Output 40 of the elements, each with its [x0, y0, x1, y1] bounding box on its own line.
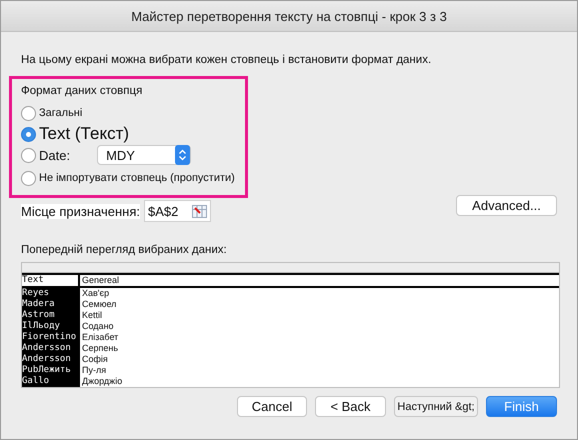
preview-cell-text: Елізабет: [81, 332, 118, 343]
destination-field[interactable]: $A$2: [144, 200, 212, 222]
radio-button[interactable]: [21, 170, 36, 186]
instruction-text: На цьому екрані можна вибрати кожен стовпець і встановити формат даних.: [21, 54, 432, 66]
preview-cell-text: Семюел: [81, 299, 116, 310]
radio-button[interactable]: [21, 126, 36, 142]
stepper-icon: [175, 145, 190, 165]
radio-button[interactable]: [21, 106, 36, 120]
preview-cell: Madera: [22, 299, 80, 310]
preview-cell: IlЛьоду: [22, 321, 80, 332]
preview-cell-text: Джорджіо: [81, 376, 122, 387]
option-label: Не імпортувати стовпець (пропустити): [39, 172, 235, 184]
preview-cell-text: Софія: [81, 354, 108, 365]
option-label: Date:: [39, 148, 70, 162]
preview-cell-text: Хав'єр: [81, 288, 110, 299]
preview-cell: Astrom: [22, 310, 80, 321]
option-label: Text (Текст): [39, 124, 130, 144]
preview-cell-text: Kettil: [81, 310, 102, 321]
dialog-button[interactable]: Cancel: [237, 396, 307, 417]
range-picker-icon[interactable]: [192, 204, 208, 218]
window-title: Майстер перетворення тексту на стовпці - крок 3 з 3: [131, 8, 447, 24]
option-label: Загальні: [39, 107, 82, 119]
group-title: Формат даних стовпця: [21, 85, 144, 97]
column-header: Genereal: [81, 275, 120, 286]
preview-cell: Andersson: [22, 354, 80, 365]
preview-cell: Gallo: [22, 376, 80, 387]
date-format-select[interactable]: MDY: [97, 145, 192, 165]
radio-button[interactable]: [21, 148, 36, 162]
preview-cell-text: Серпень: [81, 343, 118, 354]
destination-label: Місце призначення:: [21, 204, 140, 218]
preview-label: Попередній перегляд вибраних даних:: [21, 244, 228, 256]
preview-cell: Fiorentino: [22, 332, 80, 343]
preview-cell: PubЛежить: [22, 365, 80, 376]
advanced-button[interactable]: Advanced...: [456, 194, 557, 216]
dialog-button[interactable]: < Back: [315, 396, 386, 417]
preview-cell: Reyes: [22, 288, 80, 299]
preview-cell-text: Содано: [81, 321, 114, 332]
column-header: Text: [22, 275, 80, 286]
preview-cell: Andersson: [22, 343, 80, 354]
preview-cell-text: Пу-ля: [81, 365, 106, 376]
